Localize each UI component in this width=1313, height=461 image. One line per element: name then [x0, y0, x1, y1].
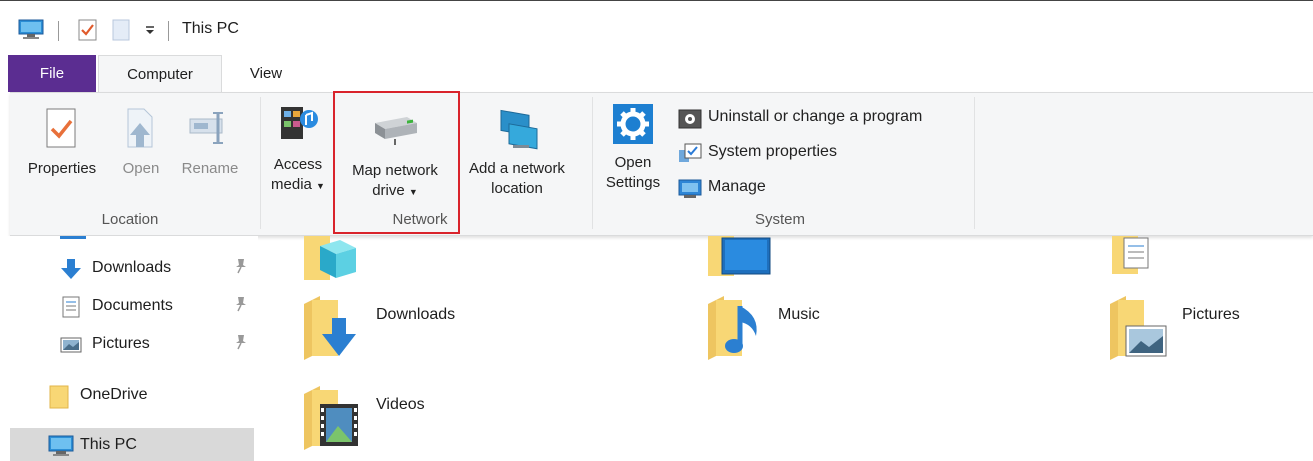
manage-label: Manage	[708, 178, 766, 195]
partial-nav-icon	[60, 236, 86, 239]
access-media-label-2: media ▼	[271, 176, 325, 193]
settings-gear-icon	[613, 104, 653, 144]
nav-item-label: Downloads	[92, 259, 172, 276]
open-icon	[127, 108, 153, 148]
folder-label-pictures: Pictures	[1182, 306, 1240, 323]
tab-computer[interactable]: Computer	[98, 55, 222, 93]
access-media-label-1: Access	[273, 156, 323, 173]
open-settings-label-1: Open	[614, 154, 652, 171]
title-separator	[58, 21, 59, 41]
title-separator	[168, 21, 169, 41]
system-properties-button[interactable]: System properties	[678, 140, 878, 164]
system-group-label: System	[754, 211, 805, 228]
documents-folder-icon[interactable]	[1110, 236, 1170, 280]
picture-icon	[60, 337, 82, 353]
group-separator	[974, 97, 975, 229]
add-network-location-label-2: location	[491, 180, 543, 197]
new-folder-quick-access-icon[interactable]	[112, 19, 130, 45]
nav-item-pictures[interactable]: Pictures	[60, 330, 256, 358]
rename-button[interactable]: Rename	[174, 107, 246, 179]
nav-item-documents[interactable]: Documents	[60, 292, 256, 320]
document-icon	[62, 296, 80, 318]
pin-icon[interactable]	[234, 258, 248, 277]
dropdown-caret-icon: ▼	[316, 181, 325, 191]
group-separator	[592, 97, 593, 229]
group-separator	[260, 97, 261, 229]
nav-item-this-pc[interactable]: This PC	[48, 431, 248, 459]
tab-view[interactable]: View	[240, 55, 292, 92]
nav-item-downloads[interactable]: Downloads	[60, 254, 256, 282]
properties-icon	[46, 108, 76, 148]
nav-item-label: Documents	[92, 297, 173, 314]
open-label: Open	[122, 160, 160, 177]
window-title: This PC	[182, 20, 239, 37]
rename-label: Rename	[181, 160, 239, 177]
customize-quick-access-icon[interactable]	[144, 21, 156, 40]
this-pc-monitor-icon[interactable]	[18, 19, 44, 43]
rename-icon	[189, 112, 223, 144]
monitor-icon	[48, 435, 74, 456]
access-media-button[interactable]: Access media ▼	[266, 101, 330, 196]
nav-item-label: OneDrive	[80, 386, 148, 403]
folder-label-downloads: Downloads	[376, 306, 456, 323]
downloads-folder-icon[interactable]	[302, 296, 364, 364]
nav-item-label: This PC	[80, 436, 137, 453]
properties-button[interactable]: Properties	[18, 107, 106, 179]
network-location-icon	[500, 109, 538, 150]
nav-item-onedrive[interactable]: OneDrive	[48, 381, 248, 409]
pin-icon[interactable]	[234, 334, 248, 353]
ribbon-tabs: File Computer View	[0, 55, 1313, 93]
properties-label: Properties	[27, 160, 97, 177]
system-properties-label: System properties	[708, 143, 837, 160]
manage-button[interactable]: Manage	[678, 175, 798, 199]
open-button[interactable]: Open	[116, 107, 166, 179]
videos-folder-icon[interactable]	[302, 386, 364, 454]
system-properties-icon	[679, 143, 702, 162]
location-group-label: Location	[101, 211, 159, 228]
add-network-location-button[interactable]: Add a network location	[456, 107, 578, 199]
file-explorer-window: This PC File Computer View Properties Op…	[0, 0, 1313, 461]
uninstall-icon	[678, 109, 702, 129]
desktop-folder-icon[interactable]	[706, 236, 772, 282]
music-folder-icon[interactable]	[706, 296, 768, 364]
title-bar: This PC	[0, 0, 1313, 55]
pictures-folder-icon[interactable]	[1108, 296, 1170, 364]
folder-label-music: Music	[778, 306, 820, 323]
open-settings-button[interactable]: Open Settings	[598, 103, 668, 193]
map-network-drive-highlight	[333, 91, 460, 234]
folder-icon	[49, 385, 69, 409]
download-arrow-icon	[61, 259, 81, 279]
uninstall-program-button[interactable]: Uninstall or change a program	[678, 105, 968, 129]
uninstall-label: Uninstall or change a program	[708, 108, 923, 125]
3d-objects-folder-icon[interactable]	[302, 236, 362, 288]
ribbon-panel: Properties Open Rename Location Access m…	[10, 92, 1313, 236]
nav-item-label: Pictures	[92, 335, 150, 352]
add-network-location-label-1: Add a network	[469, 160, 565, 177]
open-settings-label-2: Settings	[605, 174, 661, 191]
tab-file[interactable]: File	[8, 55, 96, 92]
manage-icon	[678, 179, 702, 198]
media-icon	[281, 107, 318, 139]
folder-label-videos: Videos	[376, 396, 425, 413]
properties-quick-access-icon[interactable]	[78, 19, 98, 45]
pin-icon[interactable]	[234, 296, 248, 315]
